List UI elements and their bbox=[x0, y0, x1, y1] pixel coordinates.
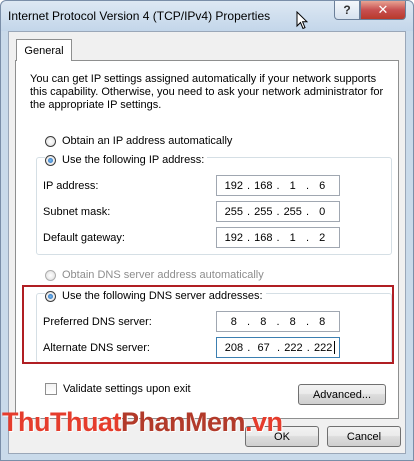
tab-general[interactable]: General bbox=[16, 39, 72, 61]
tab-general-label: General bbox=[24, 44, 64, 57]
octet: 1 bbox=[289, 179, 296, 192]
dialog-client-area: General You can get IP settings assigned… bbox=[8, 31, 406, 454]
octet: 255 bbox=[254, 205, 273, 218]
watermark-part3: .vn bbox=[245, 407, 283, 437]
watermark-part1: ThuThuat bbox=[2, 407, 121, 437]
watermark-logo: ThuThuatPhanMem.vn bbox=[2, 407, 283, 438]
dns-auto-label: Obtain DNS server address automatically bbox=[62, 269, 264, 281]
ip-address-label: IP address: bbox=[43, 180, 99, 192]
dialog-window: Internet Protocol Version 4 (TCP/IPv4) P… bbox=[0, 0, 414, 461]
ip-manual-label: Use the following IP address: bbox=[62, 154, 205, 166]
octet: 1 bbox=[289, 231, 296, 244]
ip-address-input[interactable]: 192. 168. 1. 6 bbox=[216, 175, 340, 196]
cancel-button[interactable]: Cancel bbox=[327, 426, 401, 447]
octet: 192 bbox=[224, 179, 243, 192]
watermark-part2: PhanMem bbox=[120, 407, 246, 437]
ip-auto-option[interactable]: Obtain an IP address automatically bbox=[45, 135, 232, 147]
close-button[interactable]: ✕ bbox=[360, 1, 406, 20]
octet: 6 bbox=[319, 179, 326, 192]
window-title: Internet Protocol Version 4 (TCP/IPv4) P… bbox=[8, 9, 271, 23]
validate-label: Validate settings upon exit bbox=[63, 383, 191, 395]
ip-manual-radio[interactable] bbox=[45, 154, 56, 166]
octet: 168 bbox=[254, 179, 273, 192]
description-text: You can get IP settings assigned automat… bbox=[30, 73, 384, 111]
default-gateway-input[interactable]: 192. 168. 1. 2 bbox=[216, 227, 340, 248]
general-panel: You can get IP settings assigned automat… bbox=[15, 60, 399, 419]
octet: 168 bbox=[254, 231, 273, 244]
octet: 255 bbox=[224, 205, 243, 218]
cancel-button-label: Cancel bbox=[346, 430, 382, 443]
title-bar[interactable]: Internet Protocol Version 4 (TCP/IPv4) P… bbox=[1, 1, 413, 31]
dns-highlight-box bbox=[22, 285, 394, 364]
close-icon: ✕ bbox=[377, 2, 389, 17]
advanced-button[interactable]: Advanced... bbox=[298, 384, 386, 405]
subnet-mask-input[interactable]: 255. 255. 255. 0 bbox=[216, 201, 340, 222]
octet: 255 bbox=[283, 205, 302, 218]
dns-auto-radio[interactable] bbox=[45, 269, 56, 281]
ip-manual-option[interactable]: Use the following IP address: bbox=[45, 154, 208, 166]
validate-checkbox[interactable] bbox=[45, 383, 57, 395]
validate-option[interactable]: Validate settings upon exit bbox=[45, 383, 191, 395]
subnet-mask-label: Subnet mask: bbox=[43, 206, 111, 218]
octet: 0 bbox=[319, 205, 326, 218]
ip-auto-radio[interactable] bbox=[45, 135, 56, 147]
mouse-cursor-icon bbox=[296, 11, 308, 30]
advanced-button-label: Advanced... bbox=[312, 388, 372, 401]
octet: 2 bbox=[319, 231, 326, 244]
octet: 192 bbox=[224, 231, 243, 244]
default-gateway-label: Default gateway: bbox=[43, 232, 125, 244]
dns-auto-option[interactable]: Obtain DNS server address automatically bbox=[45, 269, 264, 281]
ip-auto-label: Obtain an IP address automatically bbox=[62, 135, 233, 147]
help-button[interactable]: ? bbox=[334, 1, 360, 20]
help-icon: ? bbox=[343, 3, 351, 17]
